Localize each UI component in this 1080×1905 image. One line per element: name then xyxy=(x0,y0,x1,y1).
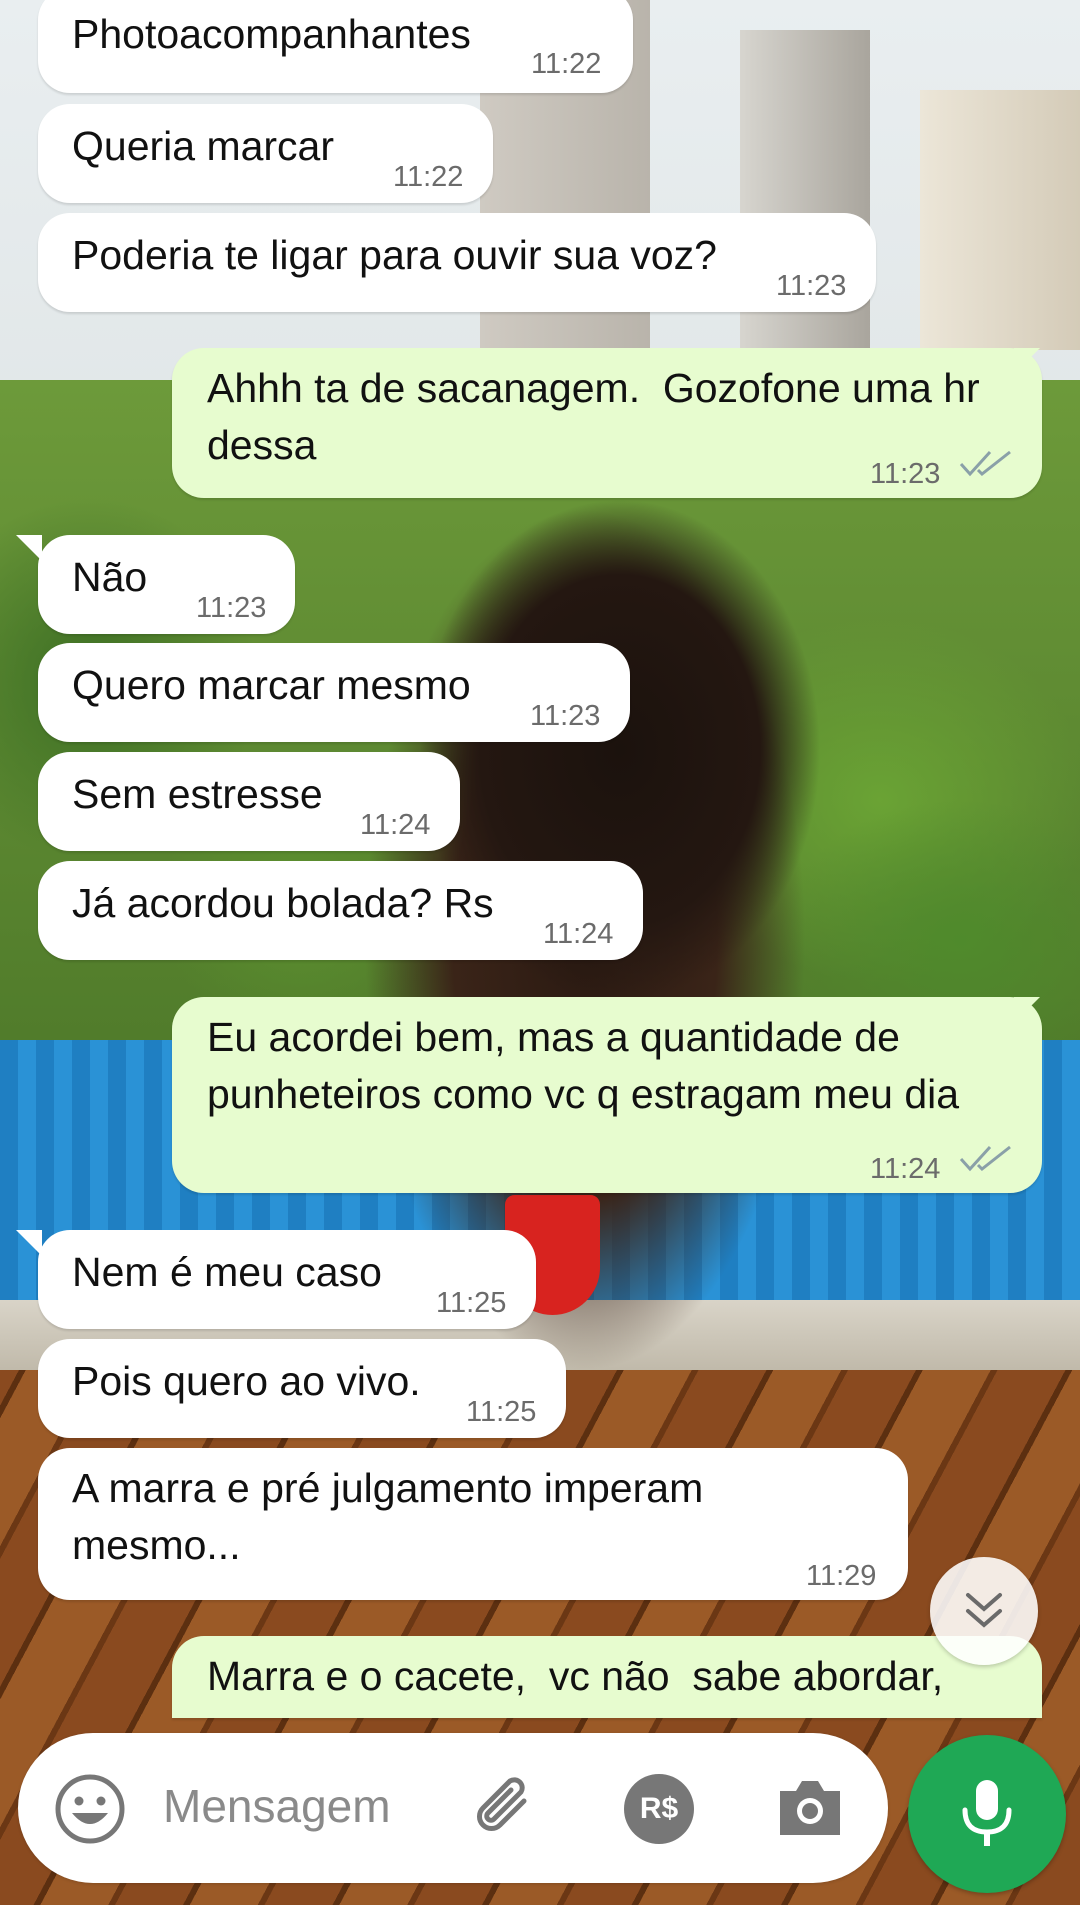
message-text: Já acordou bolada? Rs xyxy=(72,880,494,926)
message-incoming[interactable]: A marra e pré julgamento imperam mesmo..… xyxy=(38,1448,908,1600)
pix-label: R$ xyxy=(639,1792,679,1825)
message-incoming[interactable]: Sem estresse 11:24 xyxy=(38,752,460,851)
message-time: 11:23 xyxy=(870,458,941,490)
message-time: 11:23 xyxy=(196,592,267,624)
message-incoming[interactable]: Quero marcar mesmo 11:23 xyxy=(38,643,630,742)
message-text: Não xyxy=(72,554,148,600)
read-ticks-icon xyxy=(959,1145,1011,1172)
message-outgoing[interactable]: Marra e o cacete, vc não sabe abordar, xyxy=(172,1636,1042,1718)
bubble-tail xyxy=(1014,348,1040,374)
message-time: 11:23 xyxy=(776,270,847,302)
message-time: 11:25 xyxy=(436,1287,507,1319)
scroll-to-bottom-button[interactable] xyxy=(930,1557,1038,1665)
bubble-tail xyxy=(16,535,42,561)
message-outgoing[interactable]: Eu acordei bem, mas a quantidade de punh… xyxy=(172,997,1042,1193)
message-incoming[interactable]: Pois quero ao vivo. 11:25 xyxy=(38,1339,566,1438)
message-text: Eu acordei bem, mas a quantidade de punh… xyxy=(207,1014,960,1117)
bubble-tail xyxy=(1014,997,1040,1023)
message-incoming[interactable]: Nem é meu caso 11:25 xyxy=(16,1230,536,1329)
message-text: A marra e pré julgamento imperam mesmo..… xyxy=(72,1465,704,1568)
message-time: 11:23 xyxy=(530,700,601,732)
message-incoming[interactable]: Photoacompanhantes 11:22 xyxy=(38,0,633,93)
message-time: 11:29 xyxy=(806,1560,877,1592)
emoji-icon[interactable] xyxy=(54,1773,126,1845)
message-time: 11:22 xyxy=(393,161,464,193)
message-text: Quero marcar mesmo xyxy=(72,662,471,708)
voice-record-button[interactable] xyxy=(908,1735,1066,1893)
message-text: Sem estresse xyxy=(72,771,323,817)
message-time: 11:22 xyxy=(531,48,602,80)
message-text: Queria marcar xyxy=(72,123,335,169)
message-text: Pois quero ao vivo. xyxy=(72,1358,421,1404)
message-text: Nem é meu caso xyxy=(72,1249,382,1295)
message-input-placeholder[interactable]: Mensagem xyxy=(163,1779,391,1833)
camera-icon[interactable] xyxy=(774,1773,846,1841)
mic-icon xyxy=(962,1780,1012,1846)
attach-icon[interactable] xyxy=(468,1771,544,1847)
double-chevron-down-icon xyxy=(966,1593,1002,1628)
message-text: Photoacompanhantes xyxy=(72,11,471,57)
read-ticks-icon xyxy=(959,450,1011,477)
message-text: Poderia te ligar para ouvir sua voz? xyxy=(72,232,717,278)
message-incoming[interactable]: Não 11:23 xyxy=(16,535,295,634)
message-incoming[interactable]: Já acordou bolada? Rs 11:24 xyxy=(38,861,643,960)
wallpaper-building xyxy=(920,90,1080,350)
message-incoming[interactable]: Queria marcar 11:22 xyxy=(38,104,493,203)
message-time: 11:24 xyxy=(870,1153,941,1185)
message-time: 11:24 xyxy=(360,809,431,841)
message-text: Ahhh ta de sacanagem. Gozofone uma hr de… xyxy=(207,365,980,468)
message-text: Marra e o cacete, vc não sabe abordar, xyxy=(207,1653,944,1699)
message-time: 11:24 xyxy=(543,918,614,950)
pix-icon[interactable]: R$ xyxy=(624,1774,694,1844)
message-outgoing[interactable]: Ahhh ta de sacanagem. Gozofone uma hr de… xyxy=(172,348,1042,498)
bubble-tail xyxy=(16,1230,42,1256)
message-incoming[interactable]: Poderia te ligar para ouvir sua voz? 11:… xyxy=(38,213,876,312)
message-time: 11:25 xyxy=(466,1396,537,1428)
message-composer[interactable]: Mensagem R$ xyxy=(18,1733,888,1883)
